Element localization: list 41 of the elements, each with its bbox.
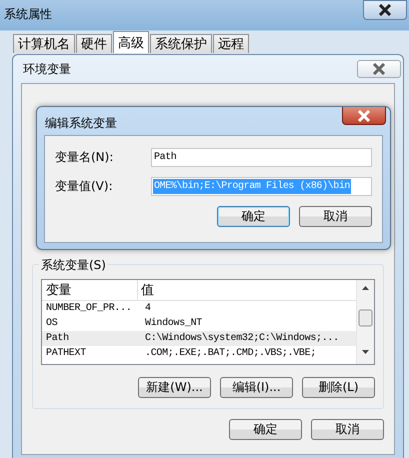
close-icon bbox=[378, 4, 392, 16]
table-cell-text: C:\Windows\system32;C:\Windows;... bbox=[144, 333, 339, 344]
column-header[interactable]: 值 bbox=[138, 280, 154, 300]
table-cell-text: NUMBER_OF_PR... bbox=[45, 303, 133, 314]
dialog-title: 环境变量 bbox=[23, 60, 71, 78]
field-value: Path bbox=[153, 150, 178, 165]
table-cell-text: 4 bbox=[144, 303, 151, 314]
dialog-title: 编辑系统变量 bbox=[45, 115, 117, 132]
close-icon bbox=[372, 63, 386, 75]
table-cell-text: OS bbox=[45, 318, 58, 329]
close-icon bbox=[357, 110, 371, 122]
dialog-button[interactable]: 确定 bbox=[229, 419, 302, 440]
dialog-button[interactable]: 确定 bbox=[217, 206, 290, 227]
scrollbar[interactable] bbox=[356, 280, 374, 364]
dialog-button[interactable]: 取消 bbox=[311, 419, 384, 440]
table-cell-text: PATHEXT bbox=[45, 348, 87, 359]
window-title: 系统属性 bbox=[4, 6, 52, 22]
list-row[interactable]: Path C:\Windows\system32;C:\Windows;... bbox=[42, 331, 356, 346]
tab[interactable]: 高级 bbox=[113, 31, 149, 53]
table-cell-text: Path bbox=[45, 333, 70, 344]
action-button[interactable]: 新建(W)... bbox=[138, 377, 211, 398]
close-button[interactable] bbox=[363, 0, 407, 20]
column-header[interactable]: 变量 bbox=[42, 280, 138, 300]
tab[interactable]: 硬件 bbox=[76, 34, 112, 53]
dialog-button[interactable]: 取消 bbox=[299, 206, 372, 227]
close-button[interactable] bbox=[342, 107, 386, 125]
group-label: 系统变量(S) bbox=[39, 257, 108, 274]
tab[interactable]: 计算机名 bbox=[13, 34, 75, 53]
field-label: 变量值(V): bbox=[55, 178, 114, 195]
list-row[interactable]: PATHEXT .COM;.EXE;.BAT;.CMD;.VBS;.VBE; bbox=[42, 346, 356, 361]
tab[interactable]: 系统保护 bbox=[150, 34, 212, 53]
table-cell-text: .COM;.EXE;.BAT;.CMD;.VBS;.VBE; bbox=[144, 348, 316, 359]
table-cell-text: Windows_NT bbox=[144, 318, 202, 329]
input-field[interactable]: Path bbox=[151, 148, 372, 167]
tab[interactable]: 远程 bbox=[213, 34, 249, 53]
field-label: 变量名(N): bbox=[55, 149, 114, 166]
field-value: OME%\bin;E:\Program Files (x86)\bin bbox=[153, 179, 352, 194]
action-button[interactable]: 删除(L) bbox=[302, 377, 375, 398]
list-row[interactable]: NUMBER_OF_PR... 4 bbox=[42, 301, 356, 316]
action-button[interactable]: 编辑(I)... bbox=[220, 377, 293, 398]
list-row[interactable]: OS Windows_NT bbox=[42, 316, 356, 331]
